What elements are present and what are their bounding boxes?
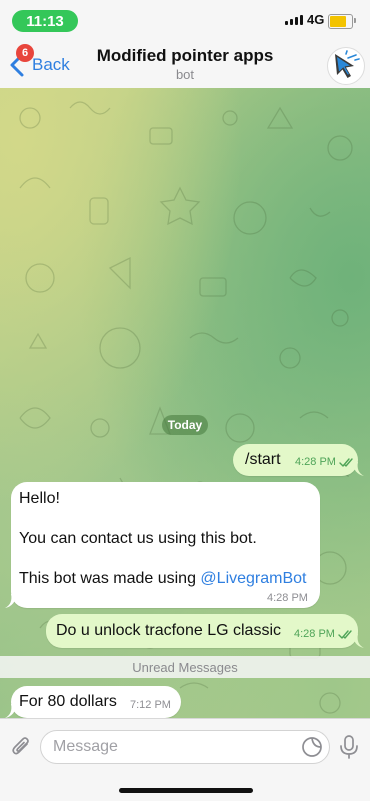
home-indicator: [119, 788, 253, 793]
message-input-bar: [0, 718, 370, 801]
bubble-tail: [5, 704, 17, 718]
bubble-tail: [352, 462, 364, 476]
message-time: 4:28 PM: [294, 628, 335, 640]
message-meta: 4:28 PM: [295, 456, 354, 468]
battery-icon: [328, 14, 356, 29]
message-text: /start: [245, 451, 281, 468]
back-label: Back: [32, 55, 70, 74]
message-meta: 4:28 PM: [294, 628, 353, 640]
bot-avatar[interactable]: [327, 47, 365, 85]
outgoing-message[interactable]: /start 4:28 PM: [233, 444, 358, 476]
message-time: 4:28 PM: [295, 456, 336, 468]
chat-title: Modified pointer apps: [96, 46, 274, 65]
back-button[interactable]: Back 6: [6, 44, 70, 82]
message-line: You can contact us using this bot.: [19, 530, 257, 547]
cellular-signal-icon: [285, 15, 303, 25]
attach-icon[interactable]: [10, 735, 32, 759]
chat-header: Back 6 Modified pointer apps bot: [0, 40, 370, 89]
status-time[interactable]: 11:13: [12, 10, 78, 32]
date-separator: Today: [162, 415, 208, 435]
unread-count-badge: 6: [16, 44, 34, 62]
message-text: Do u unlock tracfone LG classic: [56, 622, 281, 639]
unread-messages-separator: Unread Messages: [0, 656, 370, 678]
message-line: This bot was made using @LivegramBot: [19, 570, 306, 588]
network-type: 4G: [307, 12, 325, 27]
message-input[interactable]: [40, 730, 330, 764]
battery-fill: [330, 16, 347, 27]
chat-title-area[interactable]: Modified pointer apps bot: [80, 46, 290, 82]
message-line: Hello!: [19, 490, 60, 507]
mic-icon[interactable]: [338, 734, 360, 760]
status-bar: 11:13 4G: [0, 0, 370, 40]
sticker-icon[interactable]: [301, 736, 323, 758]
outgoing-message[interactable]: Do u unlock tracfone LG classic 4:28 PM: [46, 614, 358, 648]
message-text: For 80 dollars: [19, 693, 117, 710]
chat-subtitle: bot: [175, 67, 195, 82]
message-time: 7:12 PM: [130, 699, 171, 711]
livegram-bot-link[interactable]: @LivegramBot: [200, 570, 306, 587]
message-line-text: This bot was made using: [19, 570, 201, 587]
double-check-icon: [338, 629, 352, 639]
bubble-tail: [5, 594, 17, 608]
cursor-avatar-icon: [335, 50, 360, 78]
incoming-message[interactable]: Hello! You can contact us using this bot…: [11, 482, 320, 608]
incoming-message[interactable]: For 80 dollars 7:12 PM: [11, 686, 181, 718]
message-time: 4:28 PM: [267, 592, 308, 604]
bubble-tail: [352, 634, 364, 648]
